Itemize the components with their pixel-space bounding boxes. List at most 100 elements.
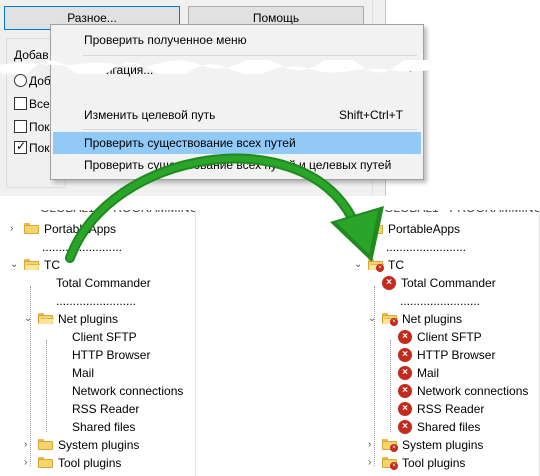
menu-shortcut: Shift+Ctrl+T — [338, 108, 403, 122]
tree-row-label: Mail — [417, 366, 440, 380]
checkbox-icon — [14, 97, 27, 110]
tree-row-label: Network connections — [417, 384, 529, 398]
tree-row[interactable]: × Total Commander — [344, 274, 539, 292]
menu-item-check-all-paths[interactable]: Проверить существование всех путей — [53, 132, 421, 154]
menu-separator — [83, 129, 417, 130]
option-checkbox-2[interactable]: Пок — [14, 120, 54, 136]
tree-row[interactable]: × Shared files — [344, 418, 539, 436]
folder-body — [24, 225, 39, 234]
tree-row-label: Tool plugins — [58, 456, 122, 470]
expand-chevron-icon[interactable]: › — [354, 220, 364, 238]
tree-row[interactable]: HTTP Browser — [0, 346, 195, 364]
tree-row-label: Client SFTP — [72, 330, 137, 344]
tree-row[interactable]: › PortableApps — [344, 220, 539, 238]
expand-chevron-icon[interactable]: › — [24, 436, 34, 454]
tree-row-label: System plugins — [58, 438, 140, 452]
tree-separator: ........................ — [0, 292, 195, 310]
error-badge-icon: × — [390, 462, 398, 470]
tree-row-label: TC — [44, 258, 60, 272]
tree-row-label: HTTP Browser — [72, 348, 151, 362]
tree-row-label: ........................ — [386, 240, 467, 254]
tree-row-label: Net plugins — [58, 312, 119, 326]
tree-row-label: Client SFTP — [417, 330, 482, 344]
tree-row[interactable]: › × System plugins — [344, 436, 539, 454]
folder-open-icon — [24, 259, 41, 270]
tree-row-label: Net plugins — [402, 312, 463, 326]
tree-row[interactable]: × RSS Reader — [344, 400, 539, 418]
menu-item-change-target-path[interactable]: Изменить целевой путь Shift+Ctrl+T — [53, 104, 421, 126]
folder-error-icon: × — [382, 457, 398, 470]
folder-error-icon: × — [382, 313, 399, 326]
folder-icon — [38, 439, 53, 450]
collapse-chevron-icon[interactable]: ⌄ — [10, 256, 20, 274]
tree-separator: ........................ — [344, 238, 539, 256]
tree-row-label: Shared files — [417, 420, 481, 434]
tree-row[interactable]: × Network connections — [344, 382, 539, 400]
folder-open-icon — [38, 313, 55, 324]
screenshot-tear — [0, 60, 430, 74]
tree-row[interactable]: ⌄ TC — [0, 256, 195, 274]
checkbox-checked-icon: ✓ — [14, 141, 27, 154]
tree-row-label: ........................ — [400, 294, 481, 308]
error-badge-icon: × — [376, 264, 384, 272]
tree-row-label: Tool plugins — [402, 456, 466, 470]
tree-row[interactable]: Network connections — [0, 382, 195, 400]
radio-icon — [14, 74, 27, 87]
tree-row[interactable]: × Client SFTP — [344, 328, 539, 346]
tree-separator: ........................ — [0, 238, 195, 256]
folder-body — [38, 441, 53, 450]
menu-separator — [83, 55, 417, 56]
tree-row[interactable]: RSS Reader — [0, 400, 195, 418]
error-badge-icon: × — [390, 318, 398, 326]
error-icon: × — [398, 420, 412, 434]
folder-body — [38, 459, 53, 468]
tree-row[interactable]: Shared files — [0, 418, 195, 436]
error-icon: × — [382, 276, 396, 290]
menu-item-check-all-paths-and-targets[interactable]: Проверить существование всех путей и цел… — [53, 154, 421, 176]
add-radio-option[interactable]: Добав — [14, 74, 54, 90]
collapse-chevron-icon[interactable]: ⌄ — [354, 256, 364, 274]
tree-row[interactable]: × HTTP Browser — [344, 346, 539, 364]
tree-row[interactable]: ⌄ × Net plugins — [344, 310, 539, 328]
tree-row[interactable]: Client SFTP — [0, 328, 195, 346]
context-menu: Проверить полученное меню Навигация... ›… — [50, 24, 424, 180]
tree-row[interactable]: › Tool plugins — [0, 454, 195, 472]
expand-chevron-icon[interactable]: › — [368, 436, 378, 454]
tree-row-label: ........................ — [42, 240, 123, 254]
tree-row[interactable]: › System plugins — [0, 436, 195, 454]
tree-after: GLOBAL1 - PROGRAMMING › PortableApps......… — [344, 210, 540, 476]
tree-row[interactable]: ⌄ Net plugins — [0, 310, 195, 328]
tree-row[interactable]: › × Tool plugins — [344, 454, 539, 472]
tree-row[interactable]: Mail — [0, 364, 195, 382]
option-checkbox-3[interactable]: ✓ Пок — [14, 141, 54, 157]
tree-row-label: RSS Reader — [417, 402, 485, 416]
error-icon: × — [398, 366, 412, 380]
collapse-chevron-icon[interactable]: ⌄ — [24, 310, 34, 328]
error-icon: × — [398, 348, 412, 362]
tree-cut-item: GLOBAL1 - PROGRAMMING — [384, 210, 539, 215]
tree-row-label: Mail — [72, 366, 95, 380]
tree-row[interactable]: › PortableApps — [0, 220, 195, 238]
tree-row-label: HTTP Browser — [417, 348, 496, 362]
tree-row-label: System plugins — [402, 438, 484, 452]
option-checkbox-1[interactable]: Всег — [14, 97, 54, 113]
error-icon: × — [398, 402, 412, 416]
folder-icon — [38, 457, 53, 468]
collapse-chevron-icon[interactable]: ⌄ — [368, 310, 378, 328]
tree-row[interactable]: × Mail — [344, 364, 539, 382]
expand-chevron-icon[interactable]: › — [368, 454, 378, 472]
tree-row-label: Total Commander — [401, 276, 496, 290]
folder-flap — [38, 318, 55, 324]
expand-chevron-icon[interactable]: › — [10, 220, 20, 238]
expand-chevron-icon[interactable]: › — [24, 454, 34, 472]
folder-icon — [24, 223, 39, 234]
tree-row-label: Network connections — [72, 384, 184, 398]
tree-row[interactable]: Total Commander — [0, 274, 195, 292]
tree-row-label: Total Commander — [56, 276, 151, 290]
tree-row[interactable]: ⌄ × TC — [344, 256, 539, 274]
tree-row-label: TC — [388, 258, 404, 272]
tree-separator: ........................ — [344, 292, 539, 310]
checkbox-icon — [14, 120, 27, 133]
menu-item-check-received-menu[interactable]: Проверить полученное меню — [53, 29, 421, 51]
folder-error-icon: × — [368, 259, 385, 272]
